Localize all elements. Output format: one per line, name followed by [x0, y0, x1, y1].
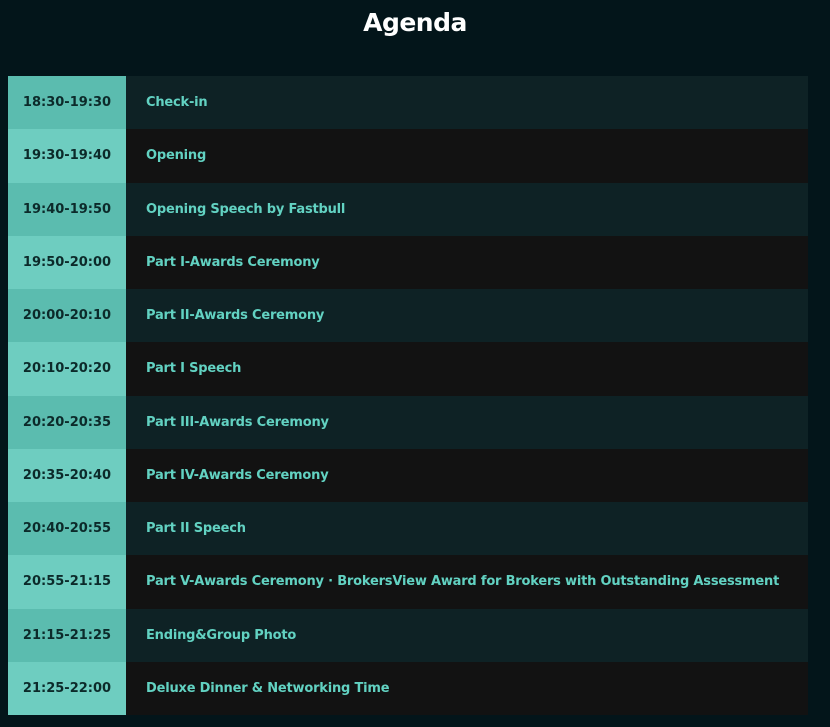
agenda-time: 19:30-19:40 [8, 129, 126, 183]
agenda-row: 20:00-20:10 Part II-Awards Ceremony [8, 289, 808, 343]
agenda-time: 18:30-19:30 [8, 76, 126, 130]
agenda-time: 20:55-21:15 [8, 555, 126, 609]
agenda-time: 21:15-21:25 [8, 608, 126, 662]
agenda-row: 19:50-20:00 Part I-Awards Ceremony [8, 235, 808, 289]
agenda-event: Part III-Awards Ceremony [126, 395, 808, 449]
agenda-row: 21:25-22:00 Deluxe Dinner & Networking T… [8, 661, 808, 715]
agenda-event: Opening [126, 129, 808, 183]
agenda-event: Part II Speech [126, 502, 808, 556]
agenda-time: 21:25-22:00 [8, 661, 126, 715]
agenda-row: 20:40-20:55 Part II Speech [8, 502, 808, 556]
agenda-time: 20:20-20:35 [8, 395, 126, 449]
agenda-row: 20:55-21:15 Part V-Awards Ceremony · Bro… [8, 555, 808, 609]
agenda-row: 18:30-19:30 Check-in [8, 76, 808, 130]
page-title: Agenda [363, 8, 467, 37]
agenda-time: 20:35-20:40 [8, 448, 126, 502]
agenda-event: Opening Speech by Fastbull [126, 182, 808, 236]
agenda-time: 20:00-20:10 [8, 289, 126, 343]
agenda-event: Part V-Awards Ceremony · BrokersView Awa… [126, 555, 808, 609]
agenda-row: 19:40-19:50 Opening Speech by Fastbull [8, 182, 808, 236]
agenda-row: 21:15-21:25 Ending&Group Photo [8, 608, 808, 662]
agenda-event: Part II-Awards Ceremony [126, 289, 808, 343]
agenda-table: 18:30-19:30 Check-in 19:30-19:40 Opening… [8, 76, 808, 715]
agenda-event: Part IV-Awards Ceremony [126, 448, 808, 502]
agenda-event: Ending&Group Photo [126, 608, 808, 662]
agenda-row: 20:10-20:20 Part I Speech [8, 342, 808, 396]
agenda-event: Deluxe Dinner & Networking Time [126, 661, 808, 715]
agenda-event: Check-in [126, 76, 808, 130]
agenda-row: 19:30-19:40 Opening [8, 129, 808, 183]
agenda-row: 20:20-20:35 Part III-Awards Ceremony [8, 395, 808, 449]
agenda-time: 20:40-20:55 [8, 502, 126, 556]
agenda-event: Part I Speech [126, 342, 808, 396]
agenda-row: 20:35-20:40 Part IV-Awards Ceremony [8, 448, 808, 502]
agenda-time: 19:50-20:00 [8, 235, 126, 289]
agenda-time: 19:40-19:50 [8, 182, 126, 236]
agenda-time: 20:10-20:20 [8, 342, 126, 396]
agenda-event: Part I-Awards Ceremony [126, 235, 808, 289]
